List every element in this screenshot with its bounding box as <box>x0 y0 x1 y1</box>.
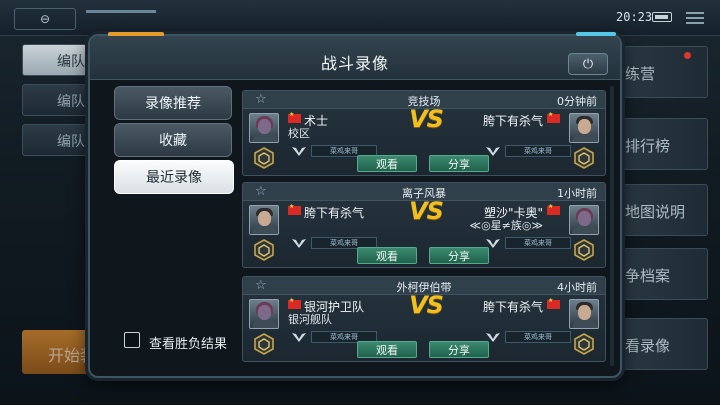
match-time: 1小时前 <box>557 187 597 200</box>
tab-recommended[interactable]: 录像推荐 <box>114 86 232 120</box>
match-time: 4小时前 <box>557 281 597 294</box>
show-result-checkbox[interactable] <box>124 332 140 348</box>
top-bar <box>0 0 720 36</box>
match-card-1: ☆ 竞技场 0分钟前 术士 校区 菜鸡来哥 VS 胯下有杀气 菜鸡来哥 <box>242 90 606 176</box>
left-flag-icon <box>288 297 301 309</box>
tab-favorites[interactable]: 收藏 <box>114 123 232 157</box>
progress-bar <box>86 10 156 13</box>
left-player-subtitle: 校区 <box>288 127 310 140</box>
right-flag-icon <box>547 111 560 123</box>
watch-button[interactable]: 观看 <box>357 341 417 358</box>
battle-replay-dialog: 战斗录像 ⏻ 录像推荐 收藏 最近录像 查看胜负结果 ☆ 竞技场 0分钟前 术士… <box>88 32 622 378</box>
right-rank-icon <box>573 333 595 355</box>
vs-label: VS <box>409 197 444 225</box>
notification-dot <box>684 52 691 59</box>
right-player-avatar[interactable] <box>569 113 599 143</box>
watch-button[interactable]: 观看 <box>357 155 417 172</box>
right-player-name: 胯下有杀气 <box>482 114 543 128</box>
vs-label: VS <box>409 291 444 319</box>
right-player-avatar[interactable] <box>569 299 599 329</box>
right-flag-icon <box>547 297 560 309</box>
bg-map-info-button[interactable]: 地图说明 <box>612 184 708 236</box>
bg-war-archive-button[interactable]: 争档案 <box>612 248 708 300</box>
battery-icon <box>652 12 672 22</box>
left-wings-icon <box>291 237 307 249</box>
right-player-tag: 菜鸡来哥 <box>505 331 571 343</box>
dialog-header: 战斗录像 ⏻ <box>90 36 620 80</box>
bg-training-button[interactable]: 练营 <box>612 46 708 98</box>
left-flag-icon <box>288 111 301 123</box>
right-player-tag: 菜鸡来哥 <box>505 237 571 249</box>
scrollbar[interactable] <box>610 86 614 366</box>
left-player-avatar[interactable] <box>249 299 279 329</box>
show-result-label: 查看胜负结果 <box>149 337 228 352</box>
close-button[interactable]: ⏻ <box>568 53 608 75</box>
left-player-avatar[interactable] <box>249 205 279 235</box>
left-rank-icon <box>253 333 275 355</box>
left-rank-icon <box>253 239 275 261</box>
share-button[interactable]: 分享 <box>429 341 489 358</box>
match-card-2: ☆ 离子风暴 1小时前 胯下有杀气 菜鸡来哥 VS 塑沙"卡奥" ≪◎星≠族◎≫… <box>242 182 606 268</box>
dialog-title: 战斗录像 <box>320 54 389 73</box>
power-icon: ⏻ <box>582 56 594 72</box>
watch-button[interactable]: 观看 <box>357 247 417 264</box>
left-wings-icon <box>291 145 307 157</box>
left-player-subtitle: 银河舰队 <box>288 313 332 326</box>
clock-text: 20:23 <box>616 10 653 24</box>
left-player-name: 胯下有杀气 <box>304 206 365 220</box>
left-player-avatar[interactable] <box>249 113 279 143</box>
menu-icon[interactable] <box>686 12 704 24</box>
home-button[interactable]: ⊖ <box>14 8 76 30</box>
right-player-avatar[interactable] <box>569 205 599 235</box>
left-flag-icon <box>288 203 301 215</box>
bg-leaderboard-button[interactable]: 排行榜 <box>612 118 708 170</box>
right-rank-icon <box>573 147 595 169</box>
left-wings-icon <box>291 331 307 343</box>
right-player-name: 胯下有杀气 <box>482 300 543 314</box>
share-button[interactable]: 分享 <box>429 155 489 172</box>
bg-replay-button[interactable]: 看录像 <box>612 318 708 370</box>
right-player-tag: 菜鸡来哥 <box>505 145 571 157</box>
share-button[interactable]: 分享 <box>429 247 489 264</box>
match-time: 0分钟前 <box>557 95 597 108</box>
tab-recent[interactable]: 最近录像 <box>114 160 234 194</box>
match-card-3: ☆ 外柯伊伯带 4小时前 银河护卫队 银河舰队 菜鸡来哥 VS 胯下有杀气 菜鸡… <box>242 276 606 362</box>
vs-label: VS <box>409 105 444 133</box>
left-rank-icon <box>253 147 275 169</box>
right-player-subtitle: ≪◎星≠族◎≫ <box>469 219 543 232</box>
right-flag-icon <box>547 203 560 215</box>
home-icon: ⊖ <box>39 12 51 26</box>
right-rank-icon <box>573 239 595 261</box>
